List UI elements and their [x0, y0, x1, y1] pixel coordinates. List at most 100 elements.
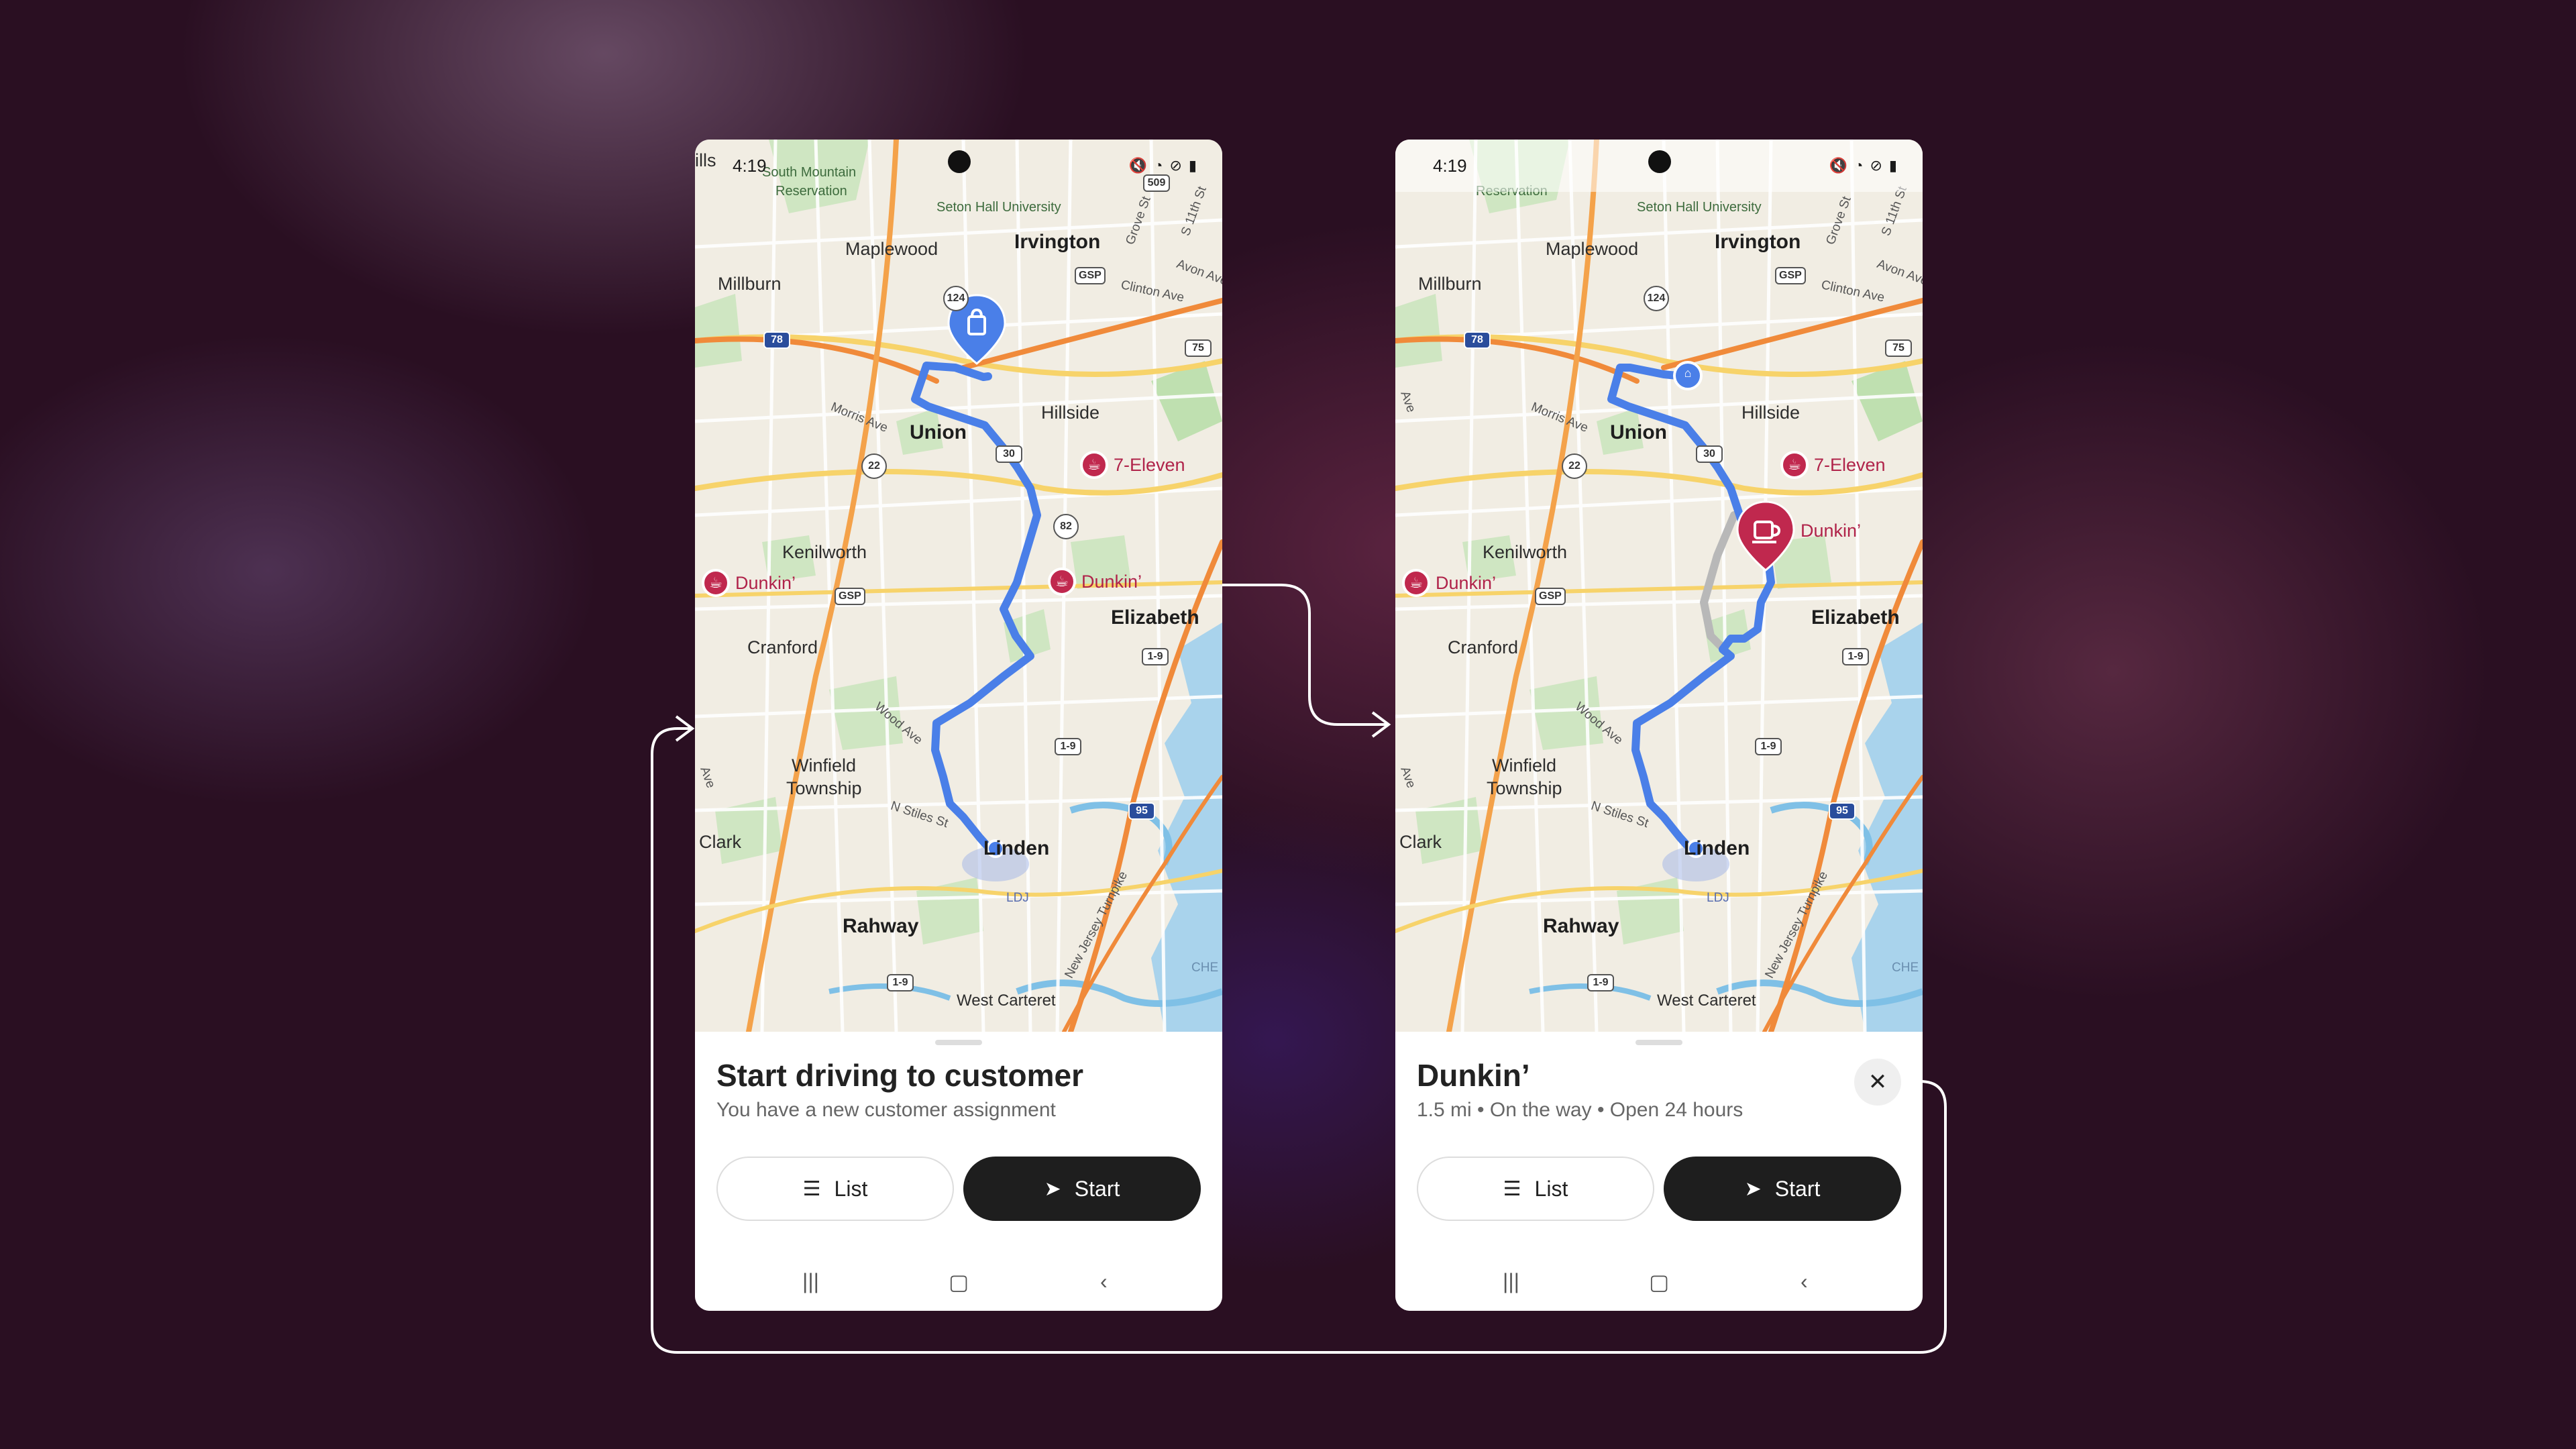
poi-dunkin-east[interactable]: ☕ Dunkin’ [1048, 568, 1142, 596]
map-label-clark: Clark [1399, 832, 1442, 852]
status-icons: 🔇 ◔ ⊘ ▮ [1129, 157, 1197, 174]
map-label-hillside: Hillside [1041, 402, 1100, 423]
list-icon: ☰ [802, 1177, 821, 1200]
map-label-hillside: Hillside [1741, 402, 1801, 423]
route-shield-22: 22 [1562, 453, 1587, 479]
list-button[interactable]: ☰ List [716, 1157, 954, 1221]
map-label-cranford: Cranford [747, 637, 818, 657]
mute-icon: 🔇 [1829, 157, 1848, 174]
back-icon[interactable]: ‹ [1100, 1269, 1108, 1294]
map-label-rahway: Rahway [843, 915, 919, 937]
route-shield-124: 124 [1644, 286, 1669, 311]
map-label-che: CHE [1191, 961, 1219, 975]
route-shield-gsp-2: GSP [835, 588, 865, 605]
map-label-winfield: Winfield [792, 755, 857, 775]
sheet-grabber[interactable] [935, 1040, 982, 1045]
map-label-seton-hall: Seton Hall University [1637, 200, 1762, 215]
phone-screen-start-driving: ills South Mountain Reservation Seton Ha… [695, 140, 1222, 1311]
route-shield-30: 30 [1696, 445, 1723, 463]
home-icon[interactable]: ▢ [949, 1269, 969, 1295]
route-shield-95: 95 [1829, 802, 1856, 820]
shopping-bag-icon: ⌂ [1684, 366, 1692, 380]
map-label-cranford: Cranford [1448, 637, 1519, 657]
route-shield-1-9-3: 1-9 [1587, 974, 1614, 991]
system-nav-bar: ||| ▢ ‹ [1395, 1269, 1923, 1311]
dnd-icon: ⊘ [1870, 157, 1882, 174]
poi-label: Dunkin’ [735, 572, 796, 593]
map-label-union: Union [1610, 421, 1667, 443]
coffee-cup-icon: ☕ [1080, 451, 1108, 479]
route-shield-22: 22 [861, 453, 887, 479]
sheet-title: Dunkin’ [1417, 1058, 1530, 1093]
phone-screen-dunkin-detail: ⌂ Dunkin’ Reservation Seton Hall Univers… [1395, 140, 1923, 1311]
wifi-icon: ◔ [1154, 157, 1163, 174]
route-shield-gsp: GSP [1775, 267, 1806, 284]
wifi-icon: ◔ [1854, 157, 1864, 174]
map-label-millburn: Millburn [1418, 274, 1482, 294]
map-label-millburn: Millburn [718, 274, 782, 294]
route-shield-124: 124 [943, 286, 969, 311]
recents-icon[interactable]: ||| [802, 1269, 819, 1294]
map-label-rahway: Rahway [1543, 915, 1619, 937]
close-icon: ✕ [1868, 1069, 1888, 1095]
map-label-irvington: Irvington [1715, 231, 1801, 253]
recents-icon[interactable]: ||| [1503, 1269, 1519, 1294]
route-shield-gsp-2: GSP [1535, 588, 1566, 605]
list-button-label: List [1534, 1176, 1568, 1201]
poi-7-eleven[interactable]: ☕ 7-Eleven [1780, 451, 1886, 479]
sheet-grabber[interactable] [1635, 1040, 1682, 1045]
route-shield-78: 78 [1464, 331, 1491, 349]
route-shield-gsp: GSP [1075, 267, 1106, 284]
map-view[interactable]: ⌂ Dunkin’ Reservation Seton Hall Univers… [1395, 140, 1923, 1032]
home-icon[interactable]: ▢ [1649, 1269, 1669, 1295]
route-shield-1-9-2: 1-9 [1055, 738, 1081, 755]
close-button[interactable]: ✕ [1854, 1059, 1901, 1106]
start-button[interactable]: ➤ Start [1664, 1157, 1901, 1221]
list-button[interactable]: ☰ List [1417, 1157, 1654, 1221]
dunkin-marker[interactable] [1735, 499, 1796, 573]
map-label-che: CHE [1892, 961, 1919, 975]
map-label-ldj: LDJ [1006, 891, 1029, 905]
map-label-seton-hall: Seton Hall University [936, 200, 1061, 215]
route-shield-1-9-3: 1-9 [887, 974, 914, 991]
coffee-cup-icon: ☕ [702, 569, 730, 597]
map-label-township: Township [1487, 778, 1562, 798]
coffee-cup-icon: ☕ [1402, 569, 1430, 597]
map-label-clark: Clark [699, 832, 742, 852]
bottom-sheet: Start driving to customer You have a new… [695, 1032, 1222, 1311]
map-label-west-carteret: West Carteret [1657, 991, 1756, 1010]
start-button-label: Start [1774, 1176, 1821, 1201]
poi-dunkin-west[interactable]: ☕ Dunkin’ [1402, 569, 1496, 597]
route-shield-78: 78 [763, 331, 790, 349]
map-label-linden: Linden [1684, 837, 1750, 859]
poi-label: Dunkin’ [1081, 571, 1142, 592]
map-label-irvington: Irvington [1014, 231, 1101, 253]
route-shield-75: 75 [1885, 339, 1912, 357]
route-shield-1-9: 1-9 [1142, 648, 1169, 665]
bottom-sheet: Dunkin’ 1.5 mi • On the way • Open 24 ho… [1395, 1032, 1923, 1311]
poi-label: Dunkin’ [1436, 572, 1497, 593]
map-label-ldj: LDJ [1707, 891, 1729, 905]
camera-cutout [948, 150, 971, 173]
status-time: 4:19 [733, 155, 767, 176]
map-label-winfield: Winfield [1492, 755, 1557, 775]
back-icon[interactable]: ‹ [1801, 1269, 1808, 1294]
mute-icon: 🔇 [1128, 157, 1148, 174]
map-label-west-carteret: West Carteret [957, 991, 1056, 1010]
route-shield-82: 82 [1053, 514, 1079, 539]
list-icon: ☰ [1503, 1177, 1521, 1200]
route-shield-1-9: 1-9 [1842, 648, 1869, 665]
map-label-kenilworth: Kenilworth [782, 542, 867, 562]
route-shield-30: 30 [996, 445, 1022, 463]
list-button-label: List [834, 1176, 868, 1201]
route-shield-1-9-2: 1-9 [1755, 738, 1782, 755]
map-view[interactable]: ills South Mountain Reservation Seton Ha… [695, 140, 1222, 1032]
map-label-union: Union [910, 421, 967, 443]
start-button[interactable]: ➤ Start [963, 1157, 1201, 1221]
sheet-title: Start driving to customer [716, 1058, 1083, 1093]
flow-connector [651, 584, 1947, 1354]
poi-dunkin-west[interactable]: ☕ Dunkin’ [702, 569, 796, 597]
route-shield-75: 75 [1185, 339, 1212, 357]
map-label-elizabeth: Elizabeth [1811, 606, 1900, 629]
poi-7-eleven[interactable]: ☕ 7-Eleven [1080, 451, 1185, 479]
